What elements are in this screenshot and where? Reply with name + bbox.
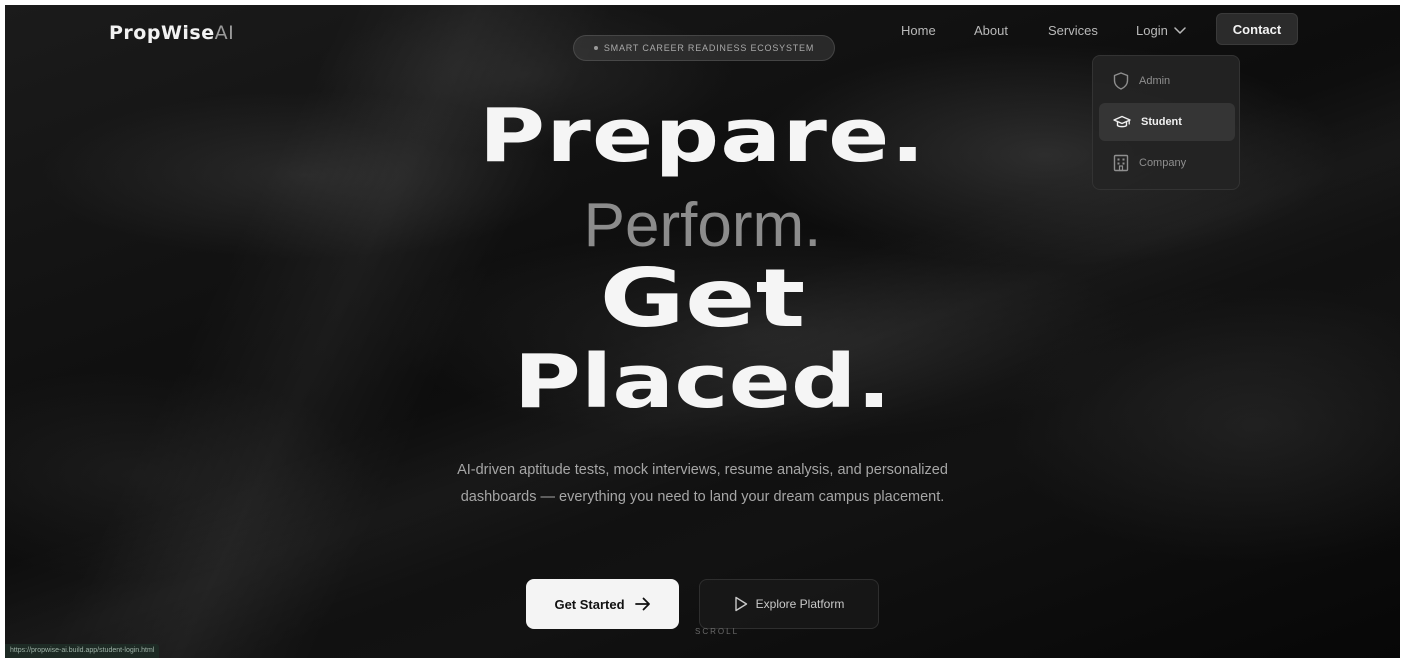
bullet-dot-icon	[593, 46, 598, 50]
chevron-down-icon	[1174, 26, 1186, 34]
contact-button[interactable]: Contact	[1216, 13, 1298, 45]
login-label: Login	[1136, 23, 1168, 38]
brand-logo[interactable]: PropWiseAI	[109, 22, 234, 44]
get-started-button[interactable]: Get Started	[526, 579, 679, 629]
explore-platform-button[interactable]: Explore Platform	[699, 579, 879, 629]
scroll-hint: SCROLL	[695, 627, 740, 636]
nav-login-toggle[interactable]: Login	[1136, 23, 1186, 38]
shield-icon	[1113, 72, 1129, 90]
hero-subtitle: AI-driven aptitude tests, mock interview…	[457, 462, 948, 505]
explore-platform-label: Explore Platform	[755, 597, 845, 611]
nav-link-services[interactable]: Services	[1048, 23, 1098, 38]
get-started-label: Get Started	[554, 596, 625, 612]
login-menu-label: Admin	[1139, 75, 1171, 87]
headline-line-perform: Perform.	[583, 191, 822, 260]
brand-suffix: AI	[214, 22, 235, 44]
arrow-right-icon	[634, 597, 650, 611]
play-icon	[734, 596, 747, 612]
brand-name: PropWise	[109, 22, 215, 44]
headline-line-get: Get	[599, 252, 806, 345]
nav-link-home[interactable]: Home	[901, 23, 936, 38]
eyebrow-badge: SMART CAREER READINESS ECOSYSTEM	[573, 35, 835, 61]
headline-line-placed: Placed.	[513, 339, 892, 425]
headline-line-prepare: Prepare.	[478, 93, 927, 179]
eyebrow-text: SMART CAREER READINESS ECOSYSTEM	[603, 43, 815, 53]
hero-viewport: PropWiseAI Home About Services Login Con…	[5, 5, 1400, 658]
login-menu-item-admin[interactable]: Admin	[1099, 62, 1235, 100]
nav-link-about[interactable]: About	[974, 23, 1008, 38]
status-bar-url: https://propwise-ai.build.app/student-lo…	[5, 644, 160, 658]
